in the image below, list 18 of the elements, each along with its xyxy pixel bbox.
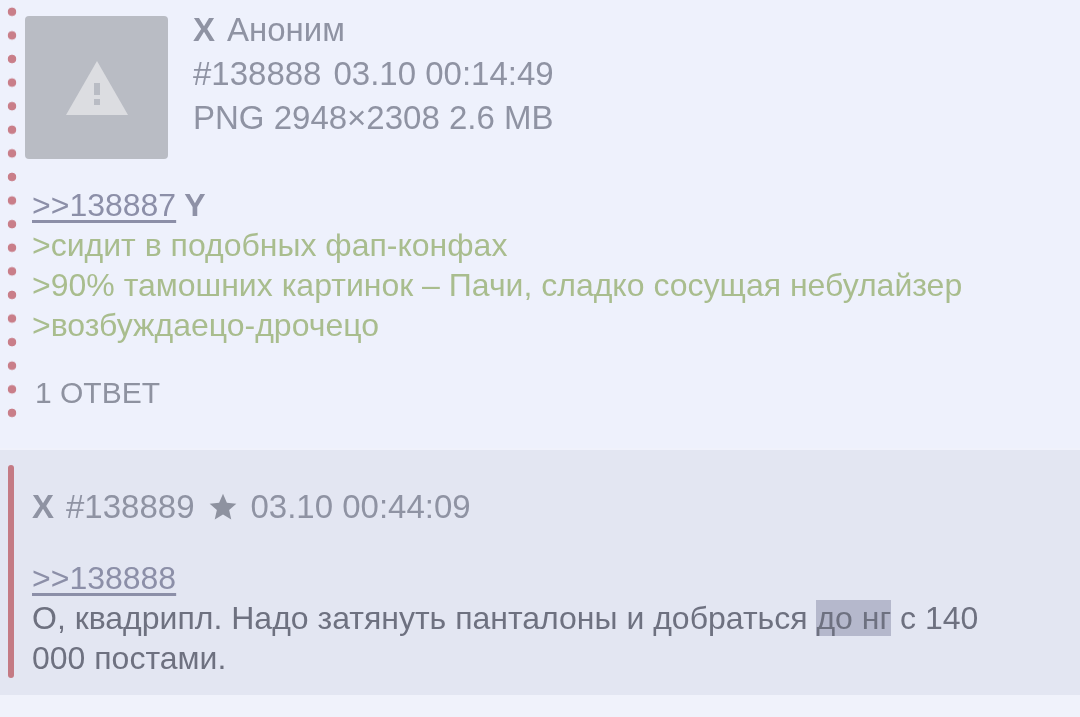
post-date: 03.10 00:44:09 (250, 487, 471, 527)
file-info: PNG 2948×2308 2.6 MB (193, 98, 554, 138)
warning-icon (65, 60, 128, 115)
image-placeholder[interactable] (25, 16, 168, 159)
poster-mark: X (193, 10, 215, 50)
replies-count[interactable]: 1 ОТВЕТ (35, 373, 161, 413)
poster-name: Аноним (227, 10, 345, 50)
quote-text: >возбуждаецо-дрочецо (32, 306, 379, 345)
poster-mark: X (32, 487, 54, 527)
quote-text: >сидит в подобных фап-конфах (32, 226, 508, 265)
reply-link[interactable]: >>138887 (32, 185, 177, 225)
post-text: О, квадрипл. Надо затянуть панталоны и добраться до нг с 140 000 постами. (32, 599, 980, 678)
post-date: 03.10 00:14:49 (333, 54, 554, 94)
post-number: #138889 (66, 487, 195, 527)
reply-mark: Y (184, 186, 206, 225)
post-number: #138888 (193, 54, 322, 94)
reply-link[interactable]: >>138888 (32, 558, 177, 598)
quote-text: >90% тамошних картинок – Пачи, сладко сосущая небулайзер (32, 266, 963, 305)
